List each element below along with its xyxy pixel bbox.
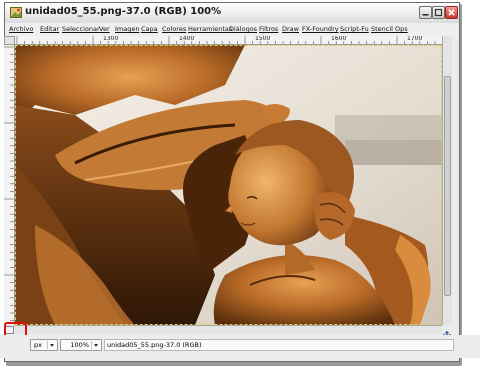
menu-seleccionar[interactable]: Seleccionar <box>62 25 100 33</box>
horizontal-ruler[interactable]: 1300 1400 1500 1600 1700 <box>15 36 445 45</box>
vertical-ruler[interactable] <box>4 45 15 325</box>
menu-capa[interactable]: Capa <box>141 25 158 33</box>
unit-value: px <box>34 341 42 349</box>
menu-editar[interactable]: Editar <box>40 25 59 33</box>
menu-dialogos[interactable]: Diálogos <box>229 25 257 33</box>
menu-filtros[interactable]: Filtros <box>259 25 278 33</box>
menu-herramientas[interactable]: Herramientas <box>188 25 232 33</box>
horizontal-scrollbar[interactable] <box>15 325 442 334</box>
close-button[interactable] <box>445 6 458 19</box>
image-canvas[interactable] <box>15 45 442 325</box>
ruler-label-1500: 1500 <box>255 36 271 42</box>
ruler-corner[interactable] <box>4 36 15 45</box>
menu-fx-foundry[interactable]: FX-Foundry <box>302 25 339 33</box>
menu-colores[interactable]: Colores <box>162 25 186 33</box>
window-title: unidad05_55.png-37.0 (RGB) 100% <box>25 6 222 17</box>
ruler-label-1600: 1600 <box>331 36 347 42</box>
ruler-label-1700: 1700 <box>407 36 423 42</box>
minimize-icon <box>422 14 429 16</box>
gimp-image-icon <box>10 7 22 18</box>
ruler-label-1300: 1300 <box>103 36 119 42</box>
menu-archivo[interactable]: Archivo <box>9 25 33 33</box>
zoom-dropdown[interactable]: 100% <box>60 339 102 351</box>
ruler-label-1400: 1400 <box>179 36 195 42</box>
menu-script-fu[interactable]: Script-Fu <box>340 25 369 33</box>
menu-stencil-ops[interactable]: Stencil Ops <box>371 25 408 33</box>
vertical-ruler-ticks <box>4 46 14 321</box>
menu-ver[interactable]: Ver <box>99 25 110 33</box>
minimize-button[interactable] <box>419 6 432 19</box>
navigate-button[interactable] <box>442 325 452 340</box>
unit-dropdown[interactable]: px <box>30 339 58 351</box>
maximize-button[interactable] <box>432 6 445 19</box>
menu-draw[interactable]: Draw <box>282 25 299 33</box>
horizontal-ruler-ticks <box>16 36 443 44</box>
chevron-down-icon <box>47 341 56 349</box>
close-icon <box>448 9 455 16</box>
title-bar[interactable]: unidad05_55.png-37.0 (RGB) 100% <box>5 3 459 24</box>
vertical-scroll-thumb[interactable] <box>444 76 451 296</box>
vertical-scrollbar[interactable] <box>442 36 452 325</box>
maximize-icon <box>434 8 443 17</box>
status-message: unidad05_55.png-37.0 (RGB) <box>104 339 454 351</box>
chevron-down-icon <box>91 341 100 349</box>
menu-imagen[interactable]: Imagen <box>115 25 139 33</box>
statue-photo <box>15 45 442 325</box>
zoom-value: 100% <box>70 341 89 349</box>
